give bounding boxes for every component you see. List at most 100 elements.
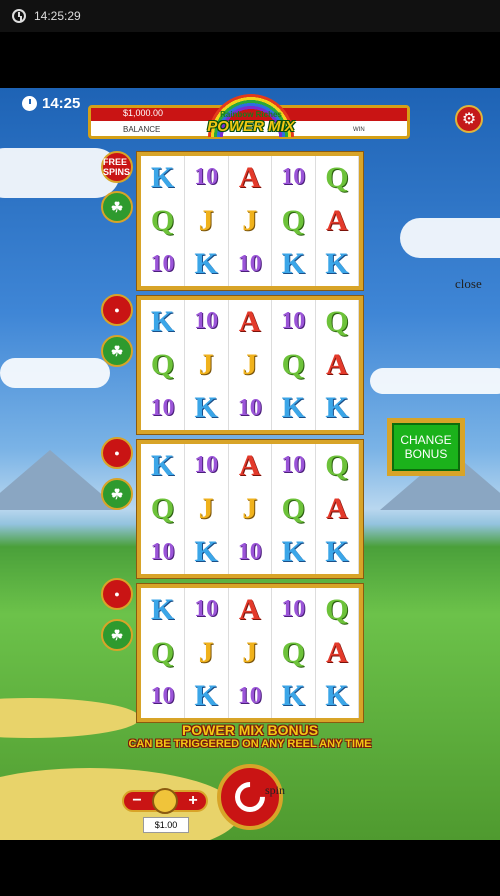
mushroom-button[interactable]: ● bbox=[101, 578, 133, 610]
clover-icon: ☘ bbox=[110, 626, 124, 643]
reel-symbol: A bbox=[238, 304, 261, 338]
reel-symbol: 10 bbox=[237, 682, 262, 709]
reel-symbol: K bbox=[281, 247, 305, 281]
clover-button[interactable]: ☘ bbox=[101, 335, 133, 367]
reel-symbol: J bbox=[242, 203, 258, 237]
reel-symbol: K bbox=[325, 679, 349, 713]
reel-symbol: 10 bbox=[194, 596, 219, 622]
reel-symbol: K bbox=[194, 247, 218, 281]
reel-symbol: Q bbox=[281, 491, 305, 525]
pot-icon: ● bbox=[114, 305, 120, 315]
status-time: 14:25:29 bbox=[34, 9, 81, 23]
reel-symbol: Q bbox=[281, 635, 305, 669]
clover-icon: ☘ bbox=[110, 198, 124, 215]
reel-symbol: Q bbox=[325, 160, 349, 194]
reel-symbol: 10 bbox=[194, 452, 219, 478]
reel-symbol: 10 bbox=[150, 394, 175, 421]
cloud bbox=[400, 218, 500, 258]
change-bonus-line1: CHANGE bbox=[400, 433, 452, 447]
reel-symbol: J bbox=[198, 347, 214, 381]
bonus-subtitle: CAN BE TRIGGERED ON ANY REEL ANY TIME bbox=[128, 738, 372, 750]
bonus-title: POWER MIX BONUS bbox=[181, 722, 319, 738]
reel-symbol: 10 bbox=[237, 538, 262, 565]
reel-symbol: 10 bbox=[194, 308, 219, 334]
reel-symbol: K bbox=[150, 304, 175, 338]
reel-symbol: K bbox=[150, 160, 175, 194]
mushroom-icon: ● bbox=[114, 589, 120, 599]
change-bonus-line2: BONUS bbox=[404, 447, 448, 461]
reel-symbol: J bbox=[242, 347, 258, 381]
reel-symbol: 10 bbox=[237, 250, 262, 277]
stake-value: $1.00 bbox=[143, 817, 189, 833]
clover-icon: ☘ bbox=[110, 485, 124, 502]
reel-symbol: A bbox=[326, 203, 348, 237]
reel-symbol: Q bbox=[150, 491, 175, 525]
reel-symbol: K bbox=[194, 679, 218, 713]
reel-symbol: Q bbox=[325, 448, 349, 482]
reel-symbol: 10 bbox=[150, 682, 175, 709]
reel-symbol: K bbox=[194, 391, 218, 425]
stake-increase-button[interactable]: + bbox=[182, 792, 204, 810]
reel-symbol: 10 bbox=[194, 164, 219, 190]
game-area: 14:25 $1,000.00 BALANCE WIN Rainbow Rich… bbox=[0, 88, 500, 840]
reel-symbol: A bbox=[326, 347, 348, 381]
reel-symbol: K bbox=[325, 535, 349, 569]
game-clock-time: 14:25 bbox=[42, 95, 81, 112]
reel-symbol: A bbox=[238, 448, 261, 482]
bottom-bar bbox=[0, 840, 500, 896]
reel-symbol: 10 bbox=[150, 538, 175, 565]
free-spins-button[interactable]: FREE SPINS bbox=[101, 151, 133, 183]
leprechaun-icon: ● bbox=[114, 448, 120, 458]
reel-symbol: Q bbox=[150, 635, 175, 669]
pot-button[interactable]: ● bbox=[101, 294, 133, 326]
clover-button[interactable]: ☘ bbox=[101, 478, 133, 510]
spin-label: spin bbox=[265, 783, 286, 797]
reel-symbol: J bbox=[198, 203, 214, 237]
reel-symbol: Q bbox=[281, 347, 305, 381]
reel-symbol: A bbox=[238, 160, 261, 194]
cloud bbox=[370, 368, 500, 394]
reel-symbol: 10 bbox=[281, 596, 306, 622]
gear-icon: ⚙ bbox=[461, 111, 477, 128]
game-logo: Rainbow Riches POWER MIX bbox=[190, 94, 312, 144]
reel-symbol: K bbox=[150, 448, 175, 482]
clover-button[interactable]: ☘ bbox=[101, 191, 133, 223]
reel-symbol: Q bbox=[150, 203, 175, 237]
change-bonus-button[interactable]: CHANGE BONUS bbox=[387, 418, 465, 476]
reel-symbol: K bbox=[281, 679, 305, 713]
close-link[interactable]: close bbox=[455, 276, 482, 292]
settings-button[interactable]: ⚙ bbox=[455, 105, 483, 133]
reel-symbol: K bbox=[281, 535, 305, 569]
balance-value: $1,000.00 bbox=[123, 108, 164, 118]
win-label: WIN bbox=[353, 127, 365, 133]
free-spins-icon: FREE SPINS bbox=[103, 157, 131, 177]
clock-icon bbox=[12, 9, 26, 23]
reel-set-4: K 10 A 10 Q Q J J Q A 10 K 10 K K bbox=[137, 584, 363, 722]
leprechaun-button[interactable]: ● bbox=[101, 437, 133, 469]
clover-button[interactable]: ☘ bbox=[101, 619, 133, 651]
reel-symbol: K bbox=[281, 391, 305, 425]
reel-symbol: K bbox=[194, 535, 218, 569]
reel-symbol: 10 bbox=[150, 250, 175, 277]
reel-set-3: K 10 A 10 Q Q J J Q A 10 K 10 K K bbox=[137, 440, 363, 578]
reel-set-2: K 10 A 10 Q Q J J Q A 10 K 10 K K bbox=[137, 296, 363, 434]
cloud bbox=[0, 358, 110, 388]
bonus-message: POWER MIX BONUS CAN BE TRIGGERED ON ANY … bbox=[100, 722, 400, 750]
status-bar: 14:25:29 bbox=[0, 0, 500, 32]
reel-symbol: Q bbox=[150, 347, 175, 381]
logo-line2: POWER MIX bbox=[207, 118, 295, 135]
reel-symbol: J bbox=[198, 491, 214, 525]
reel-symbol: 10 bbox=[281, 452, 306, 478]
clover-icon: ☘ bbox=[110, 342, 124, 359]
reel-symbol: Q bbox=[325, 592, 349, 626]
reel-symbol: J bbox=[242, 491, 258, 525]
stake-decrease-button[interactable]: − bbox=[126, 792, 148, 810]
reel-set-1: K 10 A 10 Q Q J J Q A 10 K 10 K K bbox=[137, 152, 363, 290]
reel-symbol: 10 bbox=[237, 394, 262, 421]
reel-symbol: A bbox=[238, 592, 261, 626]
reel-symbol: Q bbox=[325, 304, 349, 338]
reel-symbol: J bbox=[198, 635, 214, 669]
reel-symbol: 10 bbox=[281, 308, 306, 334]
balance-label: BALANCE bbox=[123, 125, 161, 134]
reel-symbol: J bbox=[242, 635, 258, 669]
